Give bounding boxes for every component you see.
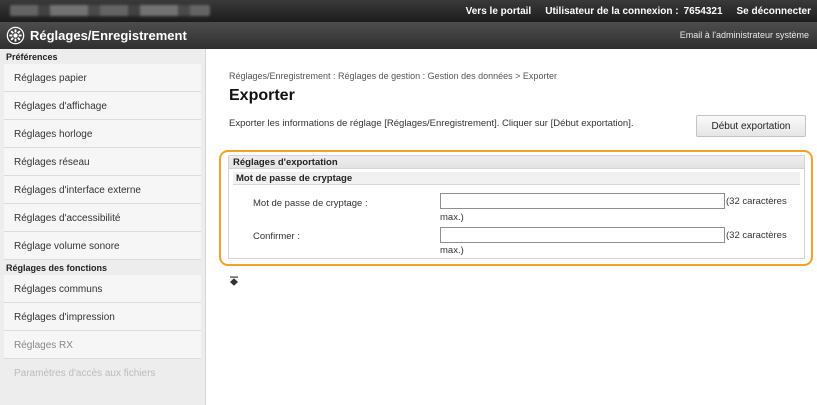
sidebar-item-display[interactable]: Réglages d'affichage <box>4 92 201 120</box>
main-content: Réglages/Enregistrement : Réglages de ge… <box>206 49 817 405</box>
sidebar-heading-preferences: Préférences <box>6 52 58 62</box>
sidebar-item-file-access[interactable]: Paramètres d'accès aux fichiers <box>4 359 201 379</box>
page-description: Exporter les informations de réglage [Ré… <box>229 118 634 129</box>
top-links: Vers le portail Utilisateur de la connex… <box>466 0 811 22</box>
page-header: Réglages/Enregistrement Email à l'admini… <box>0 22 817 49</box>
sidebar: Préférences Réglages papier Réglages d'a… <box>0 49 206 405</box>
admin-email-link[interactable]: Email à l'administrateur système <box>680 30 809 40</box>
sidebar-item-network[interactable]: Réglages réseau <box>4 148 201 176</box>
top-bar: Vers le portail Utilisateur de la connex… <box>0 0 817 22</box>
page-title: Exporter <box>229 87 295 104</box>
sidebar-item-external-interface[interactable]: Réglages d'interface externe <box>4 176 201 204</box>
login-user-id: 7654321 <box>683 5 723 17</box>
sidebar-item-common[interactable]: Réglages communs <box>4 275 201 303</box>
sidebar-item-print[interactable]: Réglages d'impression <box>4 303 201 331</box>
highlight-outline <box>219 150 813 266</box>
breadcrumb: Réglages/Enregistrement : Réglages de ge… <box>229 71 557 81</box>
blurred-device-name <box>10 5 210 16</box>
sidebar-heading-functions: Réglages des fonctions <box>6 263 108 273</box>
app-title: Réglages/Enregistrement <box>30 28 187 43</box>
sidebar-item-clock[interactable]: Réglages horloge <box>4 120 201 148</box>
sidebar-item-volume[interactable]: Réglage volume sonore <box>4 232 201 260</box>
start-export-button[interactable]: Début exportation <box>696 115 806 137</box>
sidebar-item-accessibility[interactable]: Réglages d'accessibilité <box>4 204 201 232</box>
sidebar-item-rx[interactable]: Réglages RX <box>4 331 201 359</box>
logout-link[interactable]: Se déconnecter <box>737 6 811 17</box>
back-to-top-icon[interactable] <box>229 276 239 286</box>
login-user-info: Utilisateur de la connexion : 7654321 <box>545 6 722 17</box>
sidebar-item-paper[interactable]: Réglages papier <box>4 64 201 92</box>
gear-icon <box>6 26 25 45</box>
portal-link[interactable]: Vers le portail <box>466 6 532 17</box>
login-user-label: Utilisateur de la connexion : <box>545 5 679 17</box>
